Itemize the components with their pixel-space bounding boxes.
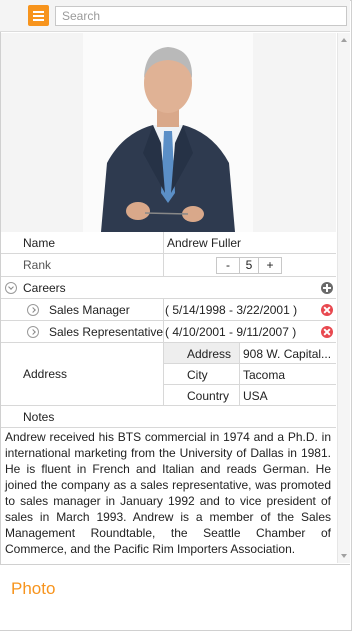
- careers-row: Careers: [1, 277, 336, 299]
- hamburger-menu-icon[interactable]: [28, 5, 49, 26]
- rank-decrement-button[interactable]: -: [216, 257, 240, 274]
- career-period[interactable]: ( 4/10/2001 - 9/11/2007 ): [165, 325, 296, 339]
- address-label: Address: [23, 367, 68, 381]
- country-label: Country: [187, 389, 230, 403]
- photo-panel: Photo: [0, 564, 350, 630]
- address-value[interactable]: 908 W. Capital...: [243, 347, 335, 361]
- photo-area: [1, 33, 336, 232]
- scroll-down-icon[interactable]: [341, 554, 347, 558]
- notes-text[interactable]: Andrew received his BTS commercial in 19…: [5, 429, 331, 557]
- rank-value[interactable]: 5: [240, 257, 258, 274]
- delete-career-icon[interactable]: [321, 304, 333, 316]
- name-row: Name Andrew Fuller: [1, 232, 336, 254]
- search-input[interactable]: [55, 6, 347, 26]
- expand-arrow-icon[interactable]: [27, 326, 39, 338]
- delete-career-icon[interactable]: [321, 326, 333, 338]
- city-value[interactable]: Tacoma: [243, 368, 285, 382]
- notes-label: Notes: [23, 409, 55, 424]
- toolbar: [0, 0, 350, 32]
- photo-panel-title: Photo: [11, 579, 56, 598]
- career-title: Sales Manager: [49, 303, 130, 317]
- country-value[interactable]: USA: [243, 389, 268, 403]
- rank-row: Rank - 5 +: [1, 254, 336, 277]
- career-period[interactable]: ( 5/14/1998 - 3/22/2001 ): [165, 303, 297, 317]
- career-row: Sales Manager ( 5/14/1998 - 3/22/2001 ): [1, 299, 336, 321]
- collapse-arrow-icon[interactable]: [5, 282, 17, 294]
- city-label: City: [187, 368, 208, 382]
- add-career-icon[interactable]: [321, 282, 333, 294]
- address-subfield-label: Address: [187, 347, 232, 361]
- address-row: Address Address 908 W. Capital... City T…: [1, 343, 336, 406]
- notes-row: Notes: [1, 406, 336, 428]
- rank-label: Rank: [23, 258, 52, 272]
- name-value[interactable]: Andrew Fuller: [167, 236, 241, 250]
- careers-label: Careers: [23, 281, 66, 295]
- career-row: Sales Representative ( 4/10/2001 - 9/11/…: [1, 321, 336, 343]
- name-label: Name: [23, 235, 56, 250]
- scroll-up-icon[interactable]: [341, 38, 347, 42]
- career-title: Sales Representative: [49, 325, 164, 339]
- detail-panel: Name Andrew Fuller Rank - 5 + Careers Sa…: [1, 33, 336, 563]
- expand-arrow-icon[interactable]: [27, 304, 39, 316]
- rank-increment-button[interactable]: +: [258, 257, 282, 274]
- vertical-scrollbar[interactable]: [337, 33, 350, 563]
- employee-photo: [83, 33, 253, 232]
